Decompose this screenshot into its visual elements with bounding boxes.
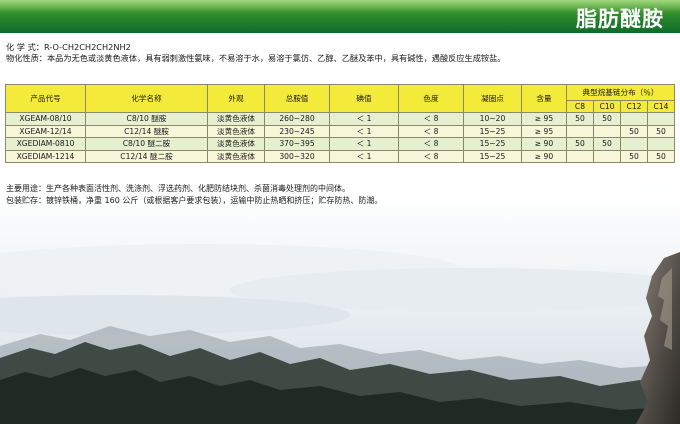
table-row: XGEAM-12/14 C12/14 醚胺 淡黄色液体 230~245 ＜ 1 … bbox=[5, 124, 675, 138]
cell-c8 bbox=[566, 124, 594, 138]
cell-c8 bbox=[566, 149, 594, 163]
cell-content: ≥ 90 bbox=[521, 149, 567, 163]
cell-appearance: 淡黄色液体 bbox=[207, 112, 265, 126]
cell-c12 bbox=[620, 137, 648, 151]
cell-content: ≥ 90 bbox=[521, 137, 567, 151]
cell-freezing-point: 15~25 bbox=[463, 149, 522, 163]
header-c14: C14 bbox=[647, 100, 675, 113]
cell-c14 bbox=[647, 137, 675, 151]
cell-c14 bbox=[647, 112, 675, 126]
table-row: XGEDIAM-1214 C12/14 醚二胺 淡黄色液体 300~320 ＜ … bbox=[5, 149, 675, 163]
cell-appearance: 淡黄色液体 bbox=[207, 137, 265, 151]
property-label: 物化性质： bbox=[6, 53, 47, 63]
header-name: 化学名称 bbox=[85, 84, 208, 113]
cell-total-amine: 260~280 bbox=[264, 112, 330, 126]
cell-code: XGEAM-12/14 bbox=[5, 124, 86, 138]
formula-label: 化 学 式： bbox=[6, 42, 44, 52]
header-bar: 脂肪醚胺 bbox=[0, 0, 680, 33]
header-color: 色度 bbox=[398, 84, 464, 113]
header-code: 产品代号 bbox=[5, 84, 86, 113]
cell-c8: 50 bbox=[566, 112, 594, 126]
table-row: XGEDIAM-0810 C8/10 醚二胺 淡黄色液体 370~395 ＜ 1… bbox=[5, 137, 675, 151]
cell-c12: 50 bbox=[620, 124, 648, 138]
cell-color: ＜ 8 bbox=[398, 149, 464, 163]
cell-color: ＜ 8 bbox=[398, 112, 464, 126]
notes-block: 主要用途：生产各种表面活性剂、洗涤剂、浮选药剂、化肥防结块剂、杀菌消毒处理剂的中… bbox=[6, 183, 382, 207]
storage-value: 镀锌铁桶，净重 160 公斤（或根据客户要求包装），运输中防止热晒和挤压；贮存防… bbox=[46, 196, 383, 205]
storage-label: 包装贮存： bbox=[6, 196, 46, 205]
cell-color: ＜ 8 bbox=[398, 137, 464, 151]
cell-freezing-point: 10~20 bbox=[463, 112, 522, 126]
cell-c14: 50 bbox=[647, 124, 675, 138]
header-freezing-point: 凝固点 bbox=[463, 84, 522, 113]
cell-code: XGEAM-08/10 bbox=[5, 112, 86, 126]
storage-line: 包装贮存：镀锌铁桶，净重 160 公斤（或根据客户要求包装），运输中防止热晒和挤… bbox=[6, 195, 382, 207]
header-iodine: 碘值 bbox=[329, 84, 399, 113]
table-row: XGEAM-08/10 C8/10 醚胺 淡黄色液体 260~280 ＜ 1 ＜… bbox=[5, 112, 675, 126]
cell-c12 bbox=[620, 112, 648, 126]
cell-appearance: 淡黄色液体 bbox=[207, 149, 265, 163]
cell-content: ≥ 95 bbox=[521, 124, 567, 138]
use-label: 主要用途： bbox=[6, 184, 46, 193]
cell-c10: 50 bbox=[593, 112, 621, 126]
cell-c10: 50 bbox=[593, 137, 621, 151]
header-c12: C12 bbox=[620, 100, 648, 113]
cell-iodine: ＜ 1 bbox=[329, 112, 399, 126]
cell-code: XGEDIAM-1214 bbox=[5, 149, 86, 163]
formula-value: R-O-CH2CH2CH2NH2 bbox=[43, 42, 131, 52]
cell-name: C12/14 醚二胺 bbox=[85, 149, 208, 163]
cell-iodine: ＜ 1 bbox=[329, 137, 399, 151]
page-title: 脂肪醚胺 bbox=[576, 7, 664, 31]
cell-freezing-point: 15~25 bbox=[463, 137, 522, 151]
cell-name: C8/10 醚胺 bbox=[85, 112, 208, 126]
formula-line: 化 学 式：R-O-CH2CH2CH2NH2 bbox=[6, 42, 131, 53]
cell-iodine: ＜ 1 bbox=[329, 124, 399, 138]
cell-total-amine: 370~395 bbox=[264, 137, 330, 151]
cell-name: C8/10 醚二胺 bbox=[85, 137, 208, 151]
property-value: 本品为无色或淡黄色液体，具有弱刺激性氨味，不易溶于水，易溶于氯仿、乙醇、乙醚及苯… bbox=[46, 53, 506, 63]
cell-total-amine: 300~320 bbox=[264, 149, 330, 163]
cell-freezing-point: 15~25 bbox=[463, 124, 522, 138]
cell-color: ＜ 8 bbox=[398, 124, 464, 138]
cell-appearance: 淡黄色液体 bbox=[207, 124, 265, 138]
cell-content: ≥ 95 bbox=[521, 112, 567, 126]
cell-name: C12/14 醚胺 bbox=[85, 124, 208, 138]
use-value: 生产各种表面活性剂、洗涤剂、浮选药剂、化肥防结块剂、杀菌消毒处理剂的中间体。 bbox=[46, 184, 350, 193]
header-c10: C10 bbox=[593, 100, 621, 113]
header-content: 含量 bbox=[521, 84, 567, 113]
cell-c14: 50 bbox=[647, 149, 675, 163]
cell-code: XGEDIAM-0810 bbox=[5, 137, 86, 151]
cell-c10 bbox=[593, 124, 621, 138]
header-c8: C8 bbox=[566, 100, 594, 113]
header-chain-dist: 典型烷基链分布（％） bbox=[566, 84, 675, 101]
cell-c8: 50 bbox=[566, 137, 594, 151]
cell-c10 bbox=[593, 149, 621, 163]
property-line: 物化性质：本品为无色或淡黄色液体，具有弱刺激性氨味，不易溶于水，易溶于氯仿、乙醇… bbox=[6, 53, 505, 64]
header-appearance: 外观 bbox=[207, 84, 265, 113]
header-total-amine: 总胺值 bbox=[264, 84, 330, 113]
use-line: 主要用途：生产各种表面活性剂、洗涤剂、浮选药剂、化肥防结块剂、杀菌消毒处理剂的中… bbox=[6, 183, 382, 195]
spec-table: 产品代号 化学名称 外观 总胺值 碘值 色度 凝固点 含量 典型烷基链分布（％）… bbox=[5, 84, 675, 163]
cell-iodine: ＜ 1 bbox=[329, 149, 399, 163]
cell-total-amine: 230~245 bbox=[264, 124, 330, 138]
cell-c12: 50 bbox=[620, 149, 648, 163]
